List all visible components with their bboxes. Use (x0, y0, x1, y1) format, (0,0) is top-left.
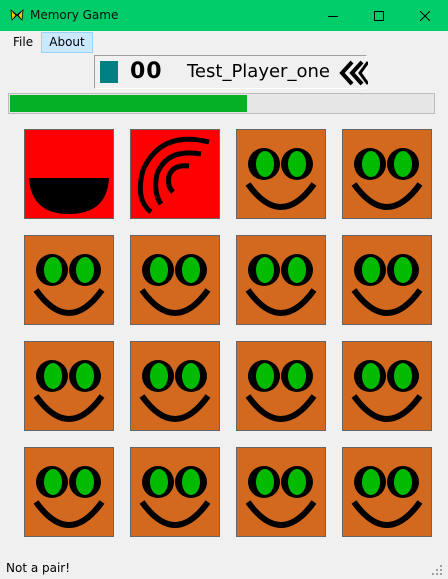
smiley-face-icon (351, 360, 423, 422)
smiley-face-icon (351, 466, 423, 528)
close-button[interactable] (402, 0, 448, 31)
smiley-face-icon (139, 466, 211, 528)
minimize-button[interactable] (310, 0, 356, 31)
progress-bar (8, 93, 435, 114)
card-1[interactable] (24, 129, 114, 219)
player-color-swatch (100, 61, 118, 83)
smiley-face-icon (33, 466, 105, 528)
double-chevron-left-icon (339, 60, 368, 86)
minimize-icon (328, 15, 338, 17)
smiley-face-icon (33, 360, 105, 422)
card-4[interactable] (342, 129, 432, 219)
card-15[interactable] (236, 447, 326, 537)
card-14[interactable] (130, 447, 220, 537)
smiley-face-icon (139, 254, 211, 316)
smiley-face-icon (245, 148, 317, 210)
butterfly-icon (10, 9, 24, 21)
status-text: Not a pair! (6, 561, 71, 575)
player-name: Test_Player_one (187, 61, 330, 82)
menu-file[interactable]: File (7, 32, 39, 53)
half-circle-icon (29, 178, 109, 214)
card-6[interactable] (130, 235, 220, 325)
card-9[interactable] (24, 341, 114, 431)
player-score: 00 (130, 59, 163, 84)
card-8[interactable] (342, 235, 432, 325)
close-icon (420, 10, 430, 21)
card-16[interactable] (342, 447, 432, 537)
progress-fill (10, 95, 247, 112)
resize-grip-icon[interactable] (430, 563, 444, 577)
smiley-face-icon (351, 148, 423, 210)
card-2[interactable] (130, 129, 220, 219)
window-title: Memory Game (30, 8, 119, 22)
smiley-face-icon (245, 360, 317, 422)
card-11[interactable] (236, 341, 326, 431)
smiley-face-icon (351, 254, 423, 316)
card-12[interactable] (342, 341, 432, 431)
smiley-face-icon (245, 254, 317, 316)
arcs-icon (137, 136, 210, 214)
card-10[interactable] (130, 341, 220, 431)
maximize-icon (374, 10, 384, 21)
card-7[interactable] (236, 235, 326, 325)
smiley-face-icon (33, 254, 105, 316)
menu-about[interactable]: About (41, 32, 93, 53)
card-3[interactable] (236, 129, 326, 219)
smiley-face-icon (245, 466, 317, 528)
smiley-face-icon (139, 360, 211, 422)
card-13[interactable] (24, 447, 114, 537)
card-5[interactable] (24, 235, 114, 325)
maximize-button[interactable] (356, 0, 402, 31)
